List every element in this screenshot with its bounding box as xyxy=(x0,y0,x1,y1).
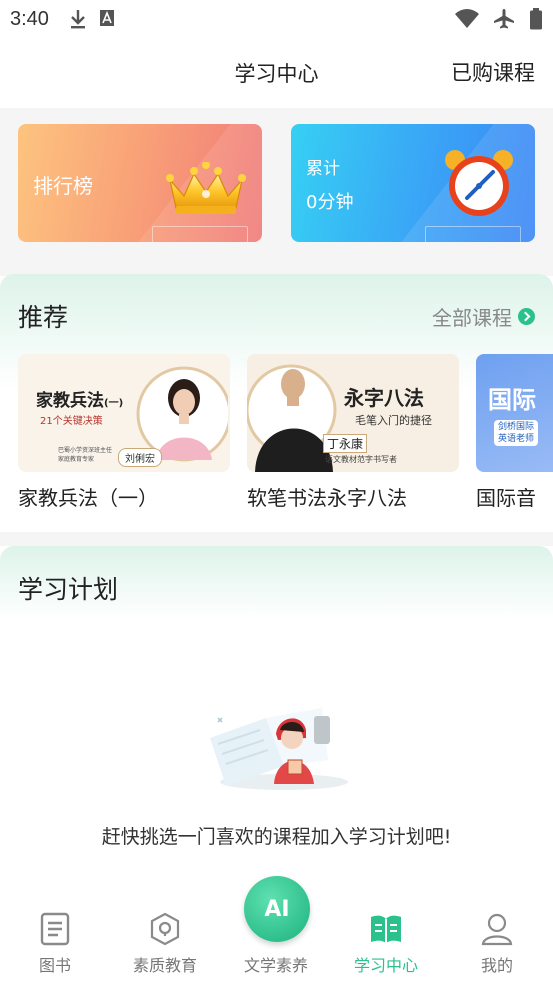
card-plate xyxy=(152,226,248,242)
recommend-section: 推荐 全部课程 家教兵法(一) 21个关键决策 巴蜀小学资深班主任 家庭教育专家 xyxy=(0,274,553,532)
alarm-clock-icon xyxy=(445,150,513,216)
thumb-note: 剑桥国际 英语老师 xyxy=(494,420,539,446)
thumb-title: 永字八法 xyxy=(344,386,424,410)
thumb-title: 国际 xyxy=(488,386,536,414)
ai-button[interactable]: AI xyxy=(244,876,310,942)
card-plate xyxy=(425,226,521,242)
thumb-author: 丁永康 xyxy=(323,434,368,453)
course-list: 家教兵法(一) 21个关键决策 巴蜀小学资深班主任 家庭教育专家 刘俐宏 家教兵… xyxy=(0,354,553,514)
course-name: 国际音 xyxy=(476,486,536,510)
section-divider xyxy=(0,532,553,546)
all-courses-link[interactable]: 全部课程 xyxy=(432,302,535,331)
ai-icon: AI xyxy=(264,896,290,922)
chevron-right-icon xyxy=(518,308,535,325)
course-card[interactable]: 家教兵法(一) 21个关键决策 巴蜀小学资深班主任 家庭教育专家 刘俐宏 家教兵… xyxy=(18,354,230,511)
download-icon xyxy=(70,10,85,29)
all-courses-label: 全部课程 xyxy=(432,306,512,330)
stats-cards-area: 排行榜 累计 0分钟 xyxy=(0,108,553,276)
course-card[interactable]: 国际 剑桥国际 英语老师 国际音 xyxy=(476,354,553,511)
tab-quality-education[interactable]: 素质教育 xyxy=(110,912,220,976)
crown-icon xyxy=(166,162,246,214)
wifi-icon xyxy=(455,9,479,28)
tab-label: 素质教育 xyxy=(132,956,197,975)
tab-label: 图书 xyxy=(38,956,71,975)
status-bar: 3:40 xyxy=(0,0,553,38)
course-thumbnail: 国际 剑桥国际 英语老师 xyxy=(476,354,553,472)
study-plan-section: 学习计划 赶快挑选一门喜欢的课程加入学习计划吧! xyxy=(0,546,553,876)
study-plan-title: 学习计划 xyxy=(18,575,119,604)
thumb-note: 语文教材范字书写者 xyxy=(325,455,397,464)
tab-label: 文学素养 xyxy=(243,956,308,975)
total-value: 0分钟 xyxy=(306,192,354,213)
battery-icon xyxy=(530,8,542,30)
bottom-tab-bar: 图书 素质教育 文学素养 学习中心 我的 AI xyxy=(0,876,553,983)
course-thumbnail: 家教兵法(一) 21个关键决策 巴蜀小学资深班主任 家庭教育专家 刘俐宏 xyxy=(18,354,230,472)
total-label: 累计 xyxy=(306,159,340,179)
thumb-author: 刘俐宏 xyxy=(118,448,162,467)
font-icon xyxy=(99,10,114,26)
empty-plan-text: 赶快挑选一门喜欢的课程加入学习计划吧! xyxy=(101,826,452,848)
ranking-label: 排行榜 xyxy=(33,174,93,198)
book-icon xyxy=(40,912,70,946)
tab-study-center[interactable]: 学习中心 xyxy=(331,912,441,976)
empty-plan-illustration xyxy=(210,708,348,790)
thumb-tagline: 21个关键决策 xyxy=(40,416,103,427)
tab-label: 学习中心 xyxy=(353,956,418,975)
tab-profile[interactable]: 我的 xyxy=(442,912,552,976)
airplane-icon xyxy=(494,9,514,29)
course-name: 家教兵法（一） xyxy=(18,486,158,510)
profile-icon xyxy=(481,913,513,946)
tab-label: 我的 xyxy=(480,956,513,975)
thumb-title: 家教兵法(一) xyxy=(36,391,124,411)
recommend-title: 推荐 xyxy=(18,303,69,332)
total-time-card[interactable]: 累计 0分钟 xyxy=(291,124,535,242)
quality-education-icon xyxy=(150,912,180,946)
study-center-icon xyxy=(371,915,401,943)
ranking-card[interactable]: 排行榜 xyxy=(18,124,262,242)
thumb-tagline: 毛笔入门的捷径 xyxy=(355,414,432,427)
thumb-note: 巴蜀小学资深班主任 家庭教育专家 xyxy=(58,447,113,463)
course-card[interactable]: 永字八法 毛笔入门的捷径 丁永康 语文教材范字书写者 软笔书法永字八法 xyxy=(247,354,459,511)
course-thumbnail: 永字八法 毛笔入门的捷径 丁永康 语文教材范字书写者 xyxy=(247,354,459,472)
tab-books[interactable]: 图书 xyxy=(0,912,110,976)
purchased-courses-link[interactable]: 已购课程 xyxy=(451,57,535,87)
top-bar: 学习中心 已购课程 xyxy=(0,38,553,108)
status-time: 3:40 xyxy=(10,7,49,30)
course-name: 软笔书法永字八法 xyxy=(247,486,407,510)
